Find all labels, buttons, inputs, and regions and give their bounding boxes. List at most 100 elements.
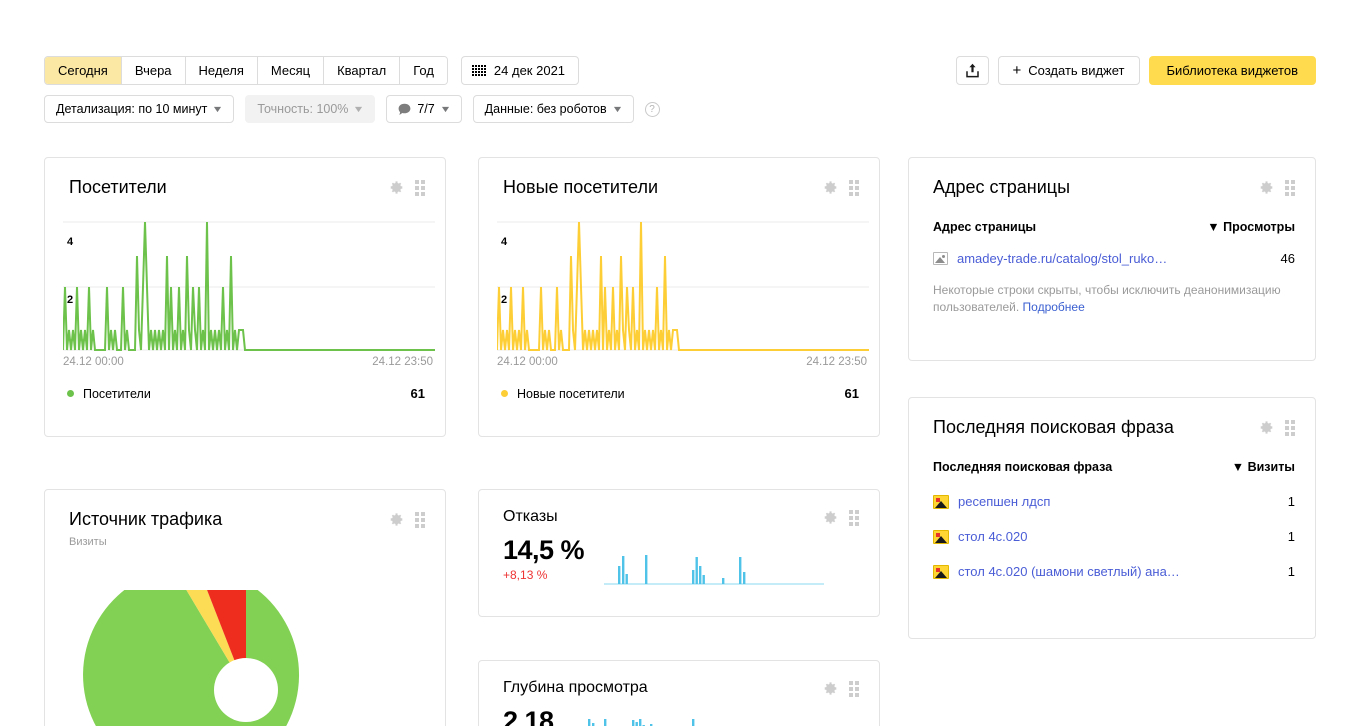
period-month[interactable]: Месяц xyxy=(258,57,324,84)
widget-visitors-legend: Посетители 61 xyxy=(45,368,445,401)
accuracy-filter[interactable]: Точность: 100% ▼ xyxy=(245,95,375,123)
drag-handle-icon[interactable] xyxy=(415,512,425,528)
drag-handle-icon[interactable] xyxy=(849,510,859,526)
create-widget-button[interactable]: + Создать виджет xyxy=(998,56,1140,85)
search-phrase-link[interactable]: стол 4с.020 (шамони светлый) ана… xyxy=(958,564,1180,579)
toolbar: Сегодня Вчера Неделя Месяц Квартал Год 2… xyxy=(44,56,1316,123)
plus-icon: + xyxy=(1013,63,1022,78)
period-month-label: Месяц xyxy=(271,63,310,78)
visitors-ytick-2: 2 xyxy=(67,294,73,306)
detalization-filter[interactable]: Детализация: по 10 минут ▼ xyxy=(44,95,234,123)
visitors-x-end: 24.12 23:50 xyxy=(372,356,433,368)
page-address-note-text: Некоторые строки скрыты, чтобы исключить… xyxy=(933,283,1281,314)
gear-icon[interactable] xyxy=(387,179,404,196)
search-phrase-value: 1 xyxy=(1288,529,1295,544)
search-phrase-link[interactable]: стол 4с.020 xyxy=(958,529,1027,544)
widget-new-visitors-legend: Новые посетители 61 xyxy=(479,368,879,401)
visitors-legend-value: 61 xyxy=(411,386,425,401)
period-week-label: Неделя xyxy=(199,63,244,78)
goals-filter[interactable]: 7/7 ▼ xyxy=(386,95,461,123)
visitors-line-chart xyxy=(63,220,435,352)
period-yesterday[interactable]: Вчера xyxy=(122,57,186,84)
create-widget-label: Создать виджет xyxy=(1028,63,1124,78)
new-visitors-ytick-4: 4 xyxy=(501,236,507,248)
drag-handle-icon[interactable] xyxy=(1285,420,1295,436)
bounce-value: 14,5 % xyxy=(503,534,584,566)
toolbar-actions: + Создать виджет Библиотека виджетов xyxy=(956,56,1316,85)
gear-icon[interactable] xyxy=(821,509,838,526)
last-search-phrase-table-header: Последняя поисковая фраза ▼ Визиты xyxy=(933,460,1295,480)
widget-last-search-phrase-title: Последняя поисковая фраза xyxy=(933,416,1174,438)
widget-bounce-controls xyxy=(821,506,859,526)
widget-visitors: Посетители 4 2 24.12 00:00 24.12 23:50 xyxy=(44,157,446,437)
page-address-table: Адрес страницы ▼ Просмотры amadey-trade.… xyxy=(909,198,1315,266)
gear-icon[interactable] xyxy=(1257,179,1274,196)
data-robots-label: Данные: без роботов xyxy=(485,102,607,116)
data-robots-filter[interactable]: Данные: без роботов ▼ xyxy=(473,95,634,123)
page-address-col-metric[interactable]: ▼ Просмотры xyxy=(1207,220,1295,234)
table-row[interactable]: amadey-trade.ru/catalog/stol_ruko… 46 xyxy=(933,240,1295,266)
widget-traffic-source-header: Источник трафика xyxy=(45,490,445,530)
drag-handle-icon[interactable] xyxy=(849,681,859,697)
search-phrase-link[interactable]: ресепшен лдсп xyxy=(958,494,1050,509)
chevron-down-icon: ▼ xyxy=(353,105,365,114)
new-visitors-ytick-2: 2 xyxy=(501,294,507,306)
toolbar-row-periods: Сегодня Вчера Неделя Месяц Квартал Год 2… xyxy=(44,56,1316,85)
depth-value: 2,18 xyxy=(503,705,554,726)
widget-new-visitors: Новые посетители 4 2 24.12 00:00 24.12 2… xyxy=(478,157,880,437)
drag-handle-icon[interactable] xyxy=(415,180,425,196)
widget-library-label: Библиотека виджетов xyxy=(1167,63,1299,78)
date-picker-button[interactable]: 24 дек 2021 xyxy=(461,56,579,85)
widget-traffic-source-title: Источник трафика xyxy=(69,508,222,530)
table-row[interactable]: стол 4с.020 (шамони светлый) ана… 1 xyxy=(933,544,1295,579)
gear-icon[interactable] xyxy=(387,511,404,528)
search-phrase-value: 1 xyxy=(1288,564,1295,579)
page-address-link[interactable]: amadey-trade.ru/catalog/stol_ruko… xyxy=(957,251,1167,266)
widget-library-button[interactable]: Библиотека виджетов xyxy=(1149,56,1317,85)
drag-handle-icon[interactable] xyxy=(849,180,859,196)
gear-icon[interactable] xyxy=(821,680,838,697)
widget-bounce: Отказы 14,5 % +8,13 % xyxy=(478,489,880,617)
gear-icon[interactable] xyxy=(821,179,838,196)
visitors-legend-label: Посетители xyxy=(83,387,151,401)
period-week[interactable]: Неделя xyxy=(186,57,258,84)
widget-page-address-title: Адрес страницы xyxy=(933,176,1070,198)
bounce-value-block: 14,5 % +8,13 % xyxy=(503,534,584,582)
widget-visitors-header: Посетители xyxy=(45,158,445,198)
widget-depth-header: Глубина просмотра xyxy=(479,661,879,699)
period-year[interactable]: Год xyxy=(400,57,447,84)
widget-visitors-controls xyxy=(387,176,425,196)
legend-color-dot xyxy=(67,390,74,397)
widget-visitors-chart: 4 2 xyxy=(45,220,445,352)
help-question-icon[interactable]: ? xyxy=(645,102,660,117)
period-quarter[interactable]: Квартал xyxy=(324,57,400,84)
widget-visitors-xaxis: 24.12 00:00 24.12 23:50 xyxy=(45,352,445,368)
legend-color-dot xyxy=(501,390,508,397)
bounce-spark-svg xyxy=(604,548,824,586)
last-search-col-metric[interactable]: ▼ Визиты xyxy=(1232,460,1295,474)
widget-new-visitors-controls xyxy=(821,176,859,196)
widget-last-search-phrase-controls xyxy=(1257,416,1295,436)
last-search-phrase-table: Последняя поисковая фраза ▼ Визиты ресеп… xyxy=(909,438,1315,579)
chevron-down-icon: ▼ xyxy=(439,105,451,114)
table-row[interactable]: стол 4с.020 1 xyxy=(933,509,1295,544)
period-yesterday-label: Вчера xyxy=(135,63,172,78)
dashboard-page: Сегодня Вчера Неделя Месяц Квартал Год 2… xyxy=(0,0,1360,726)
gear-icon[interactable] xyxy=(1257,419,1274,436)
bounce-delta: +8,13 % xyxy=(503,568,584,582)
new-visitors-legend-label: Новые посетители xyxy=(517,387,625,401)
widget-depth: Глубина просмотра 2,18 xyxy=(478,660,880,726)
period-today[interactable]: Сегодня xyxy=(45,57,122,84)
page-address-col-dimension: Адрес страницы xyxy=(933,220,1036,234)
page-address-note-link[interactable]: Подробнее xyxy=(1023,300,1085,314)
drag-handle-icon[interactable] xyxy=(1285,180,1295,196)
period-today-label: Сегодня xyxy=(58,63,108,78)
widget-depth-body: 2,18 xyxy=(479,699,879,726)
widget-page-address: Адрес страницы Адрес страницы ▼ Просмотр… xyxy=(908,157,1316,361)
table-row[interactable]: ресепшен лдсп 1 xyxy=(933,480,1295,509)
widget-traffic-source: Источник трафика Визиты xyxy=(44,489,446,726)
widget-last-search-phrase-header: Последняя поисковая фраза xyxy=(909,398,1315,438)
widget-visitors-title: Посетители xyxy=(69,176,167,198)
export-button[interactable] xyxy=(956,56,989,85)
traffic-source-donut-chart[interactable] xyxy=(45,590,446,726)
